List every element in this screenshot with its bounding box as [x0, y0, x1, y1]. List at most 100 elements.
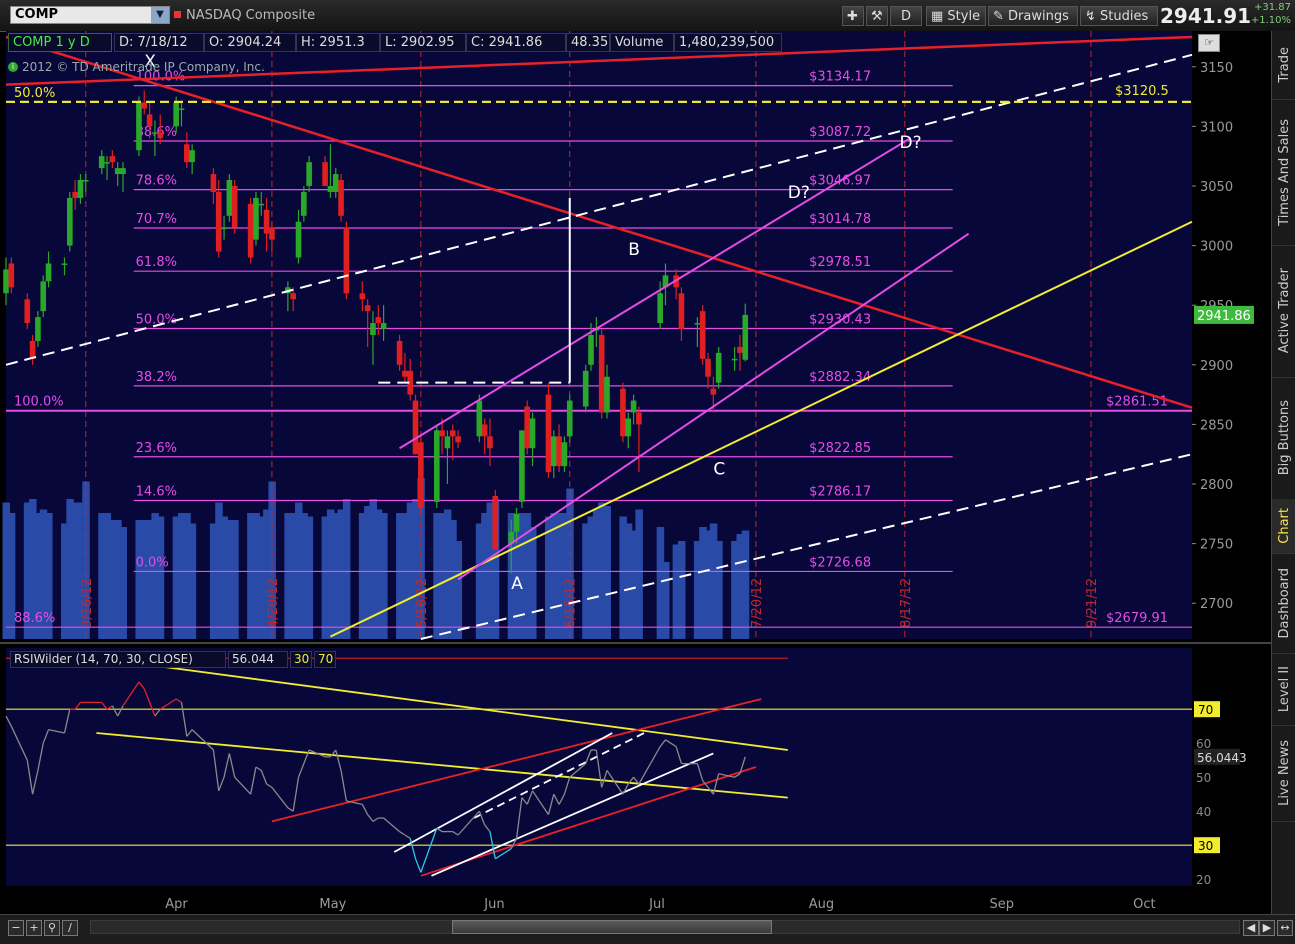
candle-body: [72, 191, 78, 198]
candle-body: [556, 436, 562, 467]
tab-live-news-label: Live News: [1276, 740, 1292, 806]
draw-line-icon[interactable]: ∕: [62, 920, 78, 936]
candle-body: [114, 168, 121, 175]
candle-body: [322, 162, 328, 186]
info-open: O: 2904.24: [204, 33, 296, 52]
candle-body: [455, 436, 461, 443]
volume-bar: [188, 523, 197, 639]
candle-body: [189, 150, 195, 163]
volume-bar: [231, 520, 239, 639]
candle-body: [694, 323, 701, 325]
tab-level-ii[interactable]: Level II: [1272, 653, 1295, 726]
candle-body: [444, 436, 451, 449]
candle-body: [412, 400, 419, 455]
zoom-out-icon[interactable]: −: [8, 920, 24, 936]
date-marker-label: 4/20/12: [266, 578, 281, 628]
fib-price-label: $3014.78: [809, 212, 871, 227]
candle-body: [146, 114, 153, 127]
candle-body: [519, 430, 525, 502]
info-ticker[interactable]: COMP 1 y D: [8, 33, 112, 52]
candle-body: [295, 221, 302, 258]
candle-body: [529, 418, 536, 449]
tab-dashboard[interactable]: Dashboard: [1272, 553, 1295, 654]
zoom-in-icon[interactable]: +: [26, 920, 42, 936]
candle-body: [40, 281, 47, 312]
volume-bar: [380, 513, 388, 639]
time-scrollbar-thumb[interactable]: [452, 920, 772, 934]
date-marker-label: 9/21/12: [1085, 578, 1100, 628]
tab-chart[interactable]: Chart: [1272, 499, 1295, 554]
tab-big-buttons[interactable]: Big Buttons: [1272, 377, 1295, 500]
candle-body: [375, 317, 382, 324]
candle-body: [433, 430, 440, 502]
volume-bar: [677, 541, 686, 639]
fib-pct-label: 0.0%: [136, 555, 169, 570]
candle-body: [173, 102, 179, 127]
volume-bar: [741, 530, 750, 639]
candle-body: [184, 144, 190, 163]
time-axis-label: Aug: [809, 897, 834, 912]
side-tabs: Trade Times And Sales Active Trader Big …: [1271, 31, 1295, 916]
info-volume: 1,480,239,500: [674, 33, 782, 52]
outer-fib-pct-label: 100.0%: [14, 395, 64, 410]
candle-body: [3, 269, 9, 294]
fib-pct-label: 14.6%: [136, 485, 177, 500]
candle-body: [715, 352, 722, 383]
rsi-level-tag: 30: [1198, 839, 1213, 853]
candle-body: [8, 263, 15, 288]
info-date: D: 7/18/12: [114, 33, 204, 52]
candle-body: [61, 263, 68, 265]
candle-body: [418, 442, 424, 508]
tab-trade[interactable]: Trade: [1272, 31, 1295, 100]
info-volume-label: Volume: [610, 33, 674, 52]
pattern-label: D?: [788, 183, 810, 203]
scroll-left-icon[interactable]: ◀: [1243, 920, 1259, 936]
expand-icon[interactable]: ↔: [1277, 920, 1293, 936]
fib-pct-label: 70.7%: [136, 212, 177, 227]
fib-pct-label: 23.6%: [136, 441, 177, 456]
candle-body: [45, 263, 52, 282]
candle-body: [338, 180, 344, 216]
fib-price-label: $3134.17: [809, 70, 871, 85]
fib-price-label: $2786.17: [809, 485, 871, 500]
time-axis-label: Oct: [1133, 897, 1155, 912]
rsi-study-title[interactable]: RSIWilder (14, 70, 30, CLOSE): [10, 651, 226, 668]
rsi-study-value: 56.044: [228, 651, 288, 668]
copyright-text: 2012 © TD Ameritrade IP Company, Inc.: [22, 60, 265, 74]
outer-fib-pct-label: 50.0%: [14, 86, 55, 101]
candle-body: [109, 156, 116, 163]
candle-body: [24, 299, 31, 324]
candle-body: [77, 180, 84, 198]
pattern-label: C: [713, 459, 725, 479]
rsi-axis-label: 20: [1196, 873, 1211, 887]
info-low: L: 2902.95: [380, 33, 466, 52]
candle-body: [588, 335, 594, 365]
price-axis-label: 3100: [1200, 120, 1233, 135]
tab-times-and-sales[interactable]: Times And Sales: [1272, 99, 1295, 246]
candle-body: [141, 102, 148, 109]
candle-body: [678, 293, 685, 330]
tab-active-trader[interactable]: Active Trader: [1272, 245, 1295, 378]
zoom-icon[interactable]: ⚲: [44, 920, 60, 936]
candle-body: [742, 314, 749, 360]
price-axis-label: 2700: [1200, 597, 1233, 612]
volume-bar: [603, 506, 611, 639]
time-axis-label: Jul: [648, 897, 665, 912]
candle-body: [710, 388, 717, 395]
chart-area[interactable]: 3/16/124/20/125/18/126/15/127/20/128/17/…: [0, 0, 1271, 913]
volume-bar: [119, 527, 128, 639]
info-high: H: 2951.3: [296, 33, 380, 52]
tab-live-news[interactable]: Live News: [1272, 725, 1295, 822]
volume-bar: [156, 516, 165, 639]
chart-settings-icon[interactable]: ☞: [1198, 34, 1220, 52]
candle-body: [439, 430, 445, 437]
candle-body: [306, 162, 312, 186]
candle-body: [226, 180, 233, 216]
candle-body: [67, 197, 73, 246]
pattern-label: D?: [899, 133, 921, 153]
scroll-right-icon[interactable]: ▶: [1259, 920, 1275, 936]
candle-body: [178, 108, 185, 110]
candle-body: [449, 430, 456, 437]
candle-body: [152, 132, 158, 134]
fib-price-label: $2726.68: [809, 555, 871, 570]
